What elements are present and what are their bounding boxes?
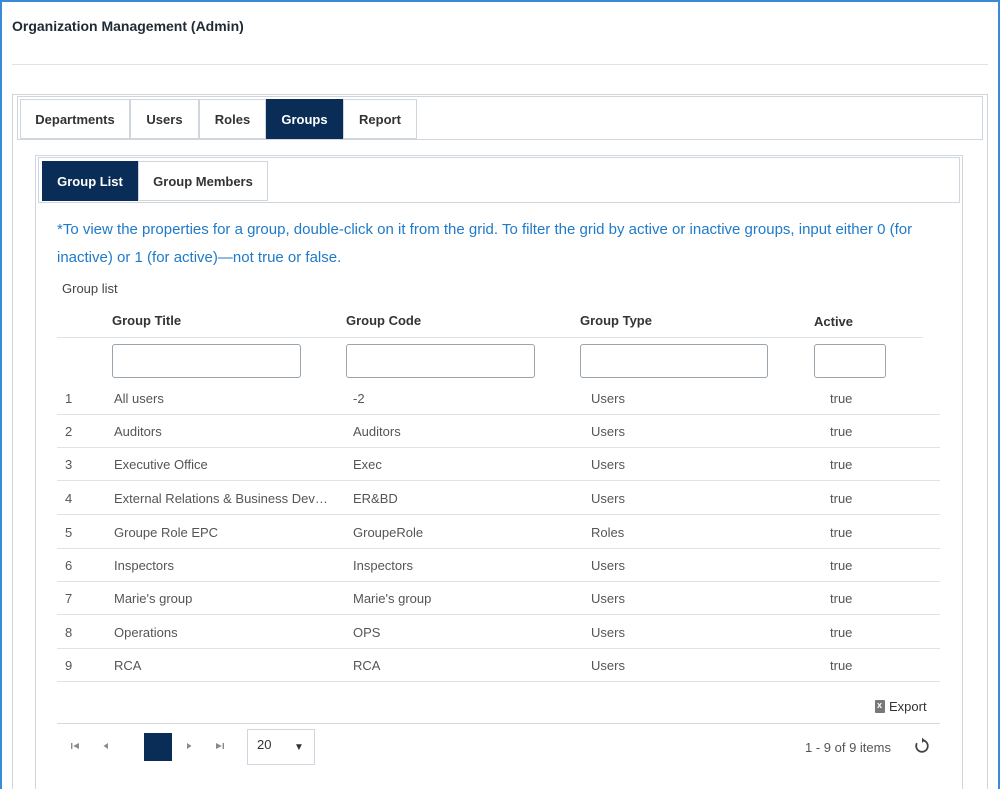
last-page-icon[interactable] <box>211 737 229 755</box>
row-number: 1 <box>65 391 73 406</box>
export-button[interactable]: Export <box>875 699 927 714</box>
cell-active: true <box>830 558 853 573</box>
grid-caption: Group list <box>62 281 118 296</box>
cell-group-code: OPS <box>353 625 381 640</box>
first-page-icon[interactable] <box>66 737 84 755</box>
cell-group-type: Users <box>591 591 625 606</box>
tab-groups[interactable]: Groups <box>266 99 343 139</box>
cell-group-title: External Relations & Business Deve… <box>114 491 334 506</box>
row-number: 4 <box>65 491 73 506</box>
row-number: 5 <box>65 525 73 540</box>
filter-group-type-input[interactable] <box>580 344 768 378</box>
cell-group-type: Users <box>591 391 625 406</box>
cell-group-code: -2 <box>353 391 365 406</box>
cell-group-code: Exec <box>353 457 382 472</box>
column-header-active[interactable]: Active <box>814 314 853 329</box>
divider <box>12 64 988 65</box>
tab-roles[interactable]: Roles <box>199 99 266 139</box>
cell-group-code: Marie's group <box>353 591 432 606</box>
filter-group-code-input[interactable] <box>346 344 535 378</box>
cell-group-code: Inspectors <box>353 558 413 573</box>
cell-group-type: Roles <box>591 525 625 540</box>
page-size-select[interactable]: 20 ▼ <box>247 729 315 765</box>
export-label: Export <box>889 699 927 714</box>
tab-report[interactable]: Report <box>343 99 417 139</box>
cell-group-title: Operations <box>114 625 178 640</box>
cell-group-type: Users <box>591 558 625 573</box>
cell-active: true <box>830 525 853 540</box>
chevron-down-icon: ▼ <box>294 742 304 753</box>
cell-active: true <box>830 591 853 606</box>
table-row[interactable]: 9 RCA RCA Users true <box>57 649 940 682</box>
cell-group-title: RCA <box>114 658 142 673</box>
cell-group-title: All users <box>114 391 164 406</box>
table-row[interactable]: 1 All users -2 Users true <box>57 382 940 415</box>
cell-active: true <box>830 424 853 439</box>
cell-group-type: Users <box>591 491 625 506</box>
cell-group-title: Executive Office <box>114 457 208 472</box>
table-row[interactable]: 6 Inspectors Inspectors Users true <box>57 549 940 582</box>
table-row[interactable]: 2 Auditors Auditors Users true <box>57 415 940 448</box>
cell-group-title: Marie's group <box>114 591 193 606</box>
filter-active-input[interactable] <box>814 344 886 378</box>
table-row[interactable]: 4 External Relations & Business Deve… ER… <box>57 482 940 515</box>
tab-users[interactable]: Users <box>130 99 199 139</box>
instructions-text: *To view the properties for a group, dou… <box>57 221 913 266</box>
cell-active: true <box>830 658 853 673</box>
tab-departments[interactable]: Departments <box>20 99 130 139</box>
table-row[interactable]: 5 Groupe Role EPC GroupeRole Roles true <box>57 516 940 549</box>
cell-group-title: Groupe Role EPC <box>114 525 219 540</box>
cell-group-type: Users <box>591 625 625 640</box>
page-size-value: 20 <box>257 737 272 752</box>
page-title: Organization Management (Admin) <box>12 18 244 34</box>
cell-group-type: Users <box>591 424 625 439</box>
column-header-group-code[interactable]: Group Code <box>346 313 421 328</box>
cell-group-title: Inspectors <box>114 558 174 573</box>
next-page-icon[interactable] <box>180 737 198 755</box>
row-number: 6 <box>65 558 73 573</box>
header-divider <box>57 337 923 338</box>
subtab-group-list[interactable]: Group List <box>42 161 138 201</box>
cell-group-code: ER&BD <box>353 491 398 506</box>
prev-page-icon[interactable] <box>97 737 115 755</box>
subtab-group-members[interactable]: Group Members <box>138 161 268 201</box>
table-row[interactable]: 8 Operations OPS Users true <box>57 616 940 649</box>
cell-group-code: RCA <box>353 658 381 673</box>
cell-group-code: Auditors <box>353 424 401 439</box>
cell-active: true <box>830 491 853 506</box>
cell-group-type: Users <box>591 658 625 673</box>
column-header-group-type[interactable]: Group Type <box>580 313 652 328</box>
filter-group-title-input[interactable] <box>112 344 301 378</box>
cell-group-title: Auditors <box>114 424 162 439</box>
cell-active: true <box>830 625 853 640</box>
cell-active: true <box>830 457 853 472</box>
pager-info: 1 - 9 of 9 items <box>805 740 891 755</box>
table-row[interactable]: 7 Marie's group Marie's group Users true <box>57 582 940 615</box>
row-number: 8 <box>65 625 73 640</box>
cell-group-type: Users <box>591 457 625 472</box>
row-number: 9 <box>65 658 73 673</box>
refresh-icon[interactable] <box>913 737 931 755</box>
excel-icon <box>875 700 885 713</box>
table-row[interactable]: 3 Executive Office Exec Users true <box>57 448 940 481</box>
column-header-group-title[interactable]: Group Title <box>112 313 181 328</box>
row-number: 7 <box>65 591 73 606</box>
cell-group-code: GroupeRole <box>353 525 424 540</box>
cell-active: true <box>830 391 853 406</box>
row-number: 3 <box>65 457 73 472</box>
row-number: 2 <box>65 424 73 439</box>
page-button-current[interactable]: 1 <box>144 733 172 761</box>
pager-divider <box>57 723 940 724</box>
